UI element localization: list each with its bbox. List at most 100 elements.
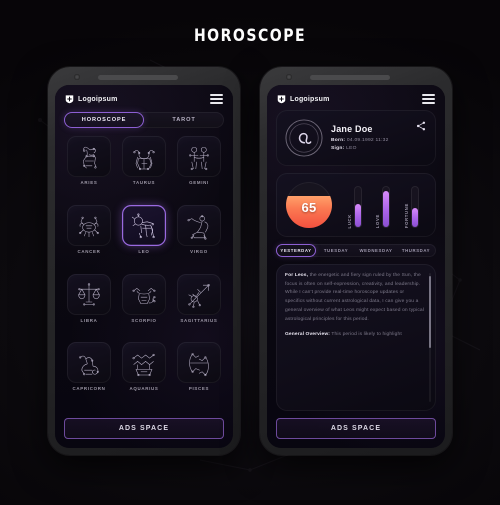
zodiac-tile-scorpio[interactable]: SCORPIO (119, 273, 169, 339)
zodiac-label: PISCES (188, 386, 210, 392)
hamburger-icon[interactable] (210, 94, 223, 104)
born-label: Born: (331, 137, 346, 143)
profile-name: Jane Doe (331, 123, 373, 134)
zodiac-card[interactable] (67, 204, 111, 246)
page-title: HOROSCOPE (193, 26, 307, 46)
phone-mockup-left: Logoipsum HOROSCOPE TAROT ARIES TAURUS G… (48, 67, 240, 455)
day-tab-yesterday[interactable]: YESTERDAY (276, 244, 316, 257)
zodiac-card[interactable] (67, 136, 111, 177)
zodiac-tile-pisces[interactable]: PISCES (174, 342, 224, 407)
sign-label: Sign: (331, 145, 345, 151)
phone-mockup-right: Logoipsum Jane Doe Born: 04.09.1992 11:3… (260, 67, 452, 455)
reading-paragraph-1: For Leos, the energetic and fiery sign r… (285, 272, 425, 324)
zodiac-tile-cancer[interactable]: CANCER (64, 204, 114, 270)
app-background: HOROSCOPE Logoipsum HOROSCOPE TAROT ARIE… (0, 0, 500, 500)
zodiac-card[interactable] (122, 136, 166, 177)
meter-label: FORTUNE (404, 202, 410, 228)
zodiac-grid: ARIES TAURUS GEMINI CANCER LEO VIRGO LIB… (55, 136, 233, 411)
profile-card[interactable]: Jane Doe Born: 04.09.1992 11:32 Sign: LE… (276, 110, 436, 166)
zodiac-card[interactable] (122, 273, 166, 315)
zodiac-tile-virgo[interactable]: VIRGO (174, 204, 224, 270)
scorpio-constellation-icon (132, 288, 156, 304)
zodiac-label: LEO (138, 248, 150, 254)
zodiac-tile-aries[interactable]: ARIES (64, 136, 114, 201)
zodiac-label: AQUARIUS (129, 386, 159, 392)
phone-screen-left: Logoipsum HOROSCOPE TAROT ARIES TAURUS G… (55, 85, 233, 448)
scrollbar[interactable] (428, 273, 431, 402)
zodiac-tile-sagittarius[interactable]: SAGITTARIUS (174, 273, 224, 339)
score-card: 65 LUCK LOVE FORTUNE (276, 173, 436, 237)
meter-label: LUCK (346, 213, 352, 228)
leo-constellation-icon (131, 213, 155, 239)
phone-bezel-top (48, 67, 240, 85)
zodiac-card[interactable] (177, 342, 221, 384)
day-tab-tuesday[interactable]: TUESDAY (316, 244, 356, 257)
zodiac-label: SAGITTARIUS (180, 317, 218, 323)
reading-panel: For Leos, the energetic and fiery sign r… (276, 264, 436, 411)
day-tab-wednesday[interactable]: WEDNESDAY (356, 244, 396, 257)
zodiac-label: GEMINI (189, 180, 209, 185)
zodiac-card[interactable] (67, 273, 111, 315)
meter-fortune: FORTUNE (404, 182, 420, 228)
aries-constellation-icon (83, 146, 97, 168)
front-camera-icon (74, 74, 80, 80)
zodiac-tile-gemini[interactable]: GEMINI (174, 136, 224, 201)
zodiac-card[interactable] (177, 136, 221, 177)
reading-body-1: the energetic and fiery sign ruled by th… (285, 273, 424, 322)
meter-fill (354, 203, 361, 227)
zodiac-label: CAPRICORN (72, 386, 106, 392)
zodiac-tile-libra[interactable]: LIBRA (64, 273, 114, 339)
meter-fill (383, 191, 390, 227)
ads-space-button-right[interactable]: ADS SPACE (276, 418, 436, 439)
gemini-constellation-icon (189, 146, 209, 170)
front-camera-icon (286, 74, 292, 80)
capricorn-constellation-icon (79, 355, 99, 376)
hamburger-icon[interactable] (422, 94, 435, 104)
zodiac-card[interactable] (122, 342, 166, 384)
day-tab-thursday[interactable]: THURSDAY (396, 244, 436, 257)
zodiac-card-selected[interactable] (122, 204, 166, 246)
zodiac-card[interactable] (67, 342, 111, 384)
meter-group: LUCK LOVE FORTUNE (340, 182, 426, 228)
pisces-constellation-icon (189, 352, 209, 376)
meter-love: LOVE (375, 182, 391, 228)
meter-track (382, 186, 391, 228)
earpiece-speaker (98, 75, 178, 80)
zodiac-label: CANCER (77, 248, 101, 254)
reading-paragraph-2: General Overview: This period is likely … (285, 331, 425, 340)
share-icon[interactable] (416, 121, 426, 131)
born-value: 04.09.1992 11:32 (346, 137, 389, 143)
scrollbar-thumb[interactable] (428, 275, 431, 348)
day-tabs: YESTERDAY TUESDAY WEDNESDAY THURSDAY (276, 244, 436, 257)
app-header: Logoipsum (267, 85, 445, 110)
score-value: 65 (301, 200, 317, 215)
zodiac-tile-leo[interactable]: LEO (119, 204, 169, 270)
tab-tarot[interactable]: TAROT (144, 112, 224, 128)
right-content: Jane Doe Born: 04.09.1992 11:32 Sign: LE… (267, 110, 445, 257)
app-header: Logoipsum (55, 85, 233, 110)
phone-bezel-top (260, 67, 452, 85)
zodiac-label: ARIES (80, 180, 98, 185)
tab-horoscope[interactable]: HOROSCOPE (64, 112, 144, 128)
zodiac-tile-capricorn[interactable]: CAPRICORN (64, 342, 114, 407)
reading-section-title: General Overview: (285, 332, 330, 338)
sign-value: LEO (346, 145, 357, 151)
brand-logo: Logoipsum (65, 94, 118, 104)
meter-label: LOVE (375, 213, 381, 228)
reading-lead: For Leos, (285, 273, 309, 278)
taurus-constellation-icon (133, 149, 155, 170)
zodiac-card[interactable] (177, 204, 221, 246)
brand-logo: Logoipsum (277, 94, 330, 104)
zodiac-label: VIRGO (190, 248, 208, 254)
sagittarius-constellation-icon (188, 284, 210, 308)
reading-body-2: This period is likely to highlight (330, 332, 402, 338)
zodiac-label: SCORPIO (131, 317, 157, 323)
zodiac-tile-aquarius[interactable]: AQUARIUS (119, 342, 169, 407)
brand-name: Logoipsum (290, 95, 330, 103)
meter-luck: LUCK (347, 182, 362, 228)
ads-space-button-left[interactable]: ADS SPACE (64, 418, 224, 439)
cancer-constellation-icon (79, 216, 99, 238)
zodiac-tile-taurus[interactable]: TAURUS (119, 136, 169, 201)
zodiac-card[interactable] (177, 273, 221, 315)
zodiac-label: LIBRA (80, 317, 98, 323)
